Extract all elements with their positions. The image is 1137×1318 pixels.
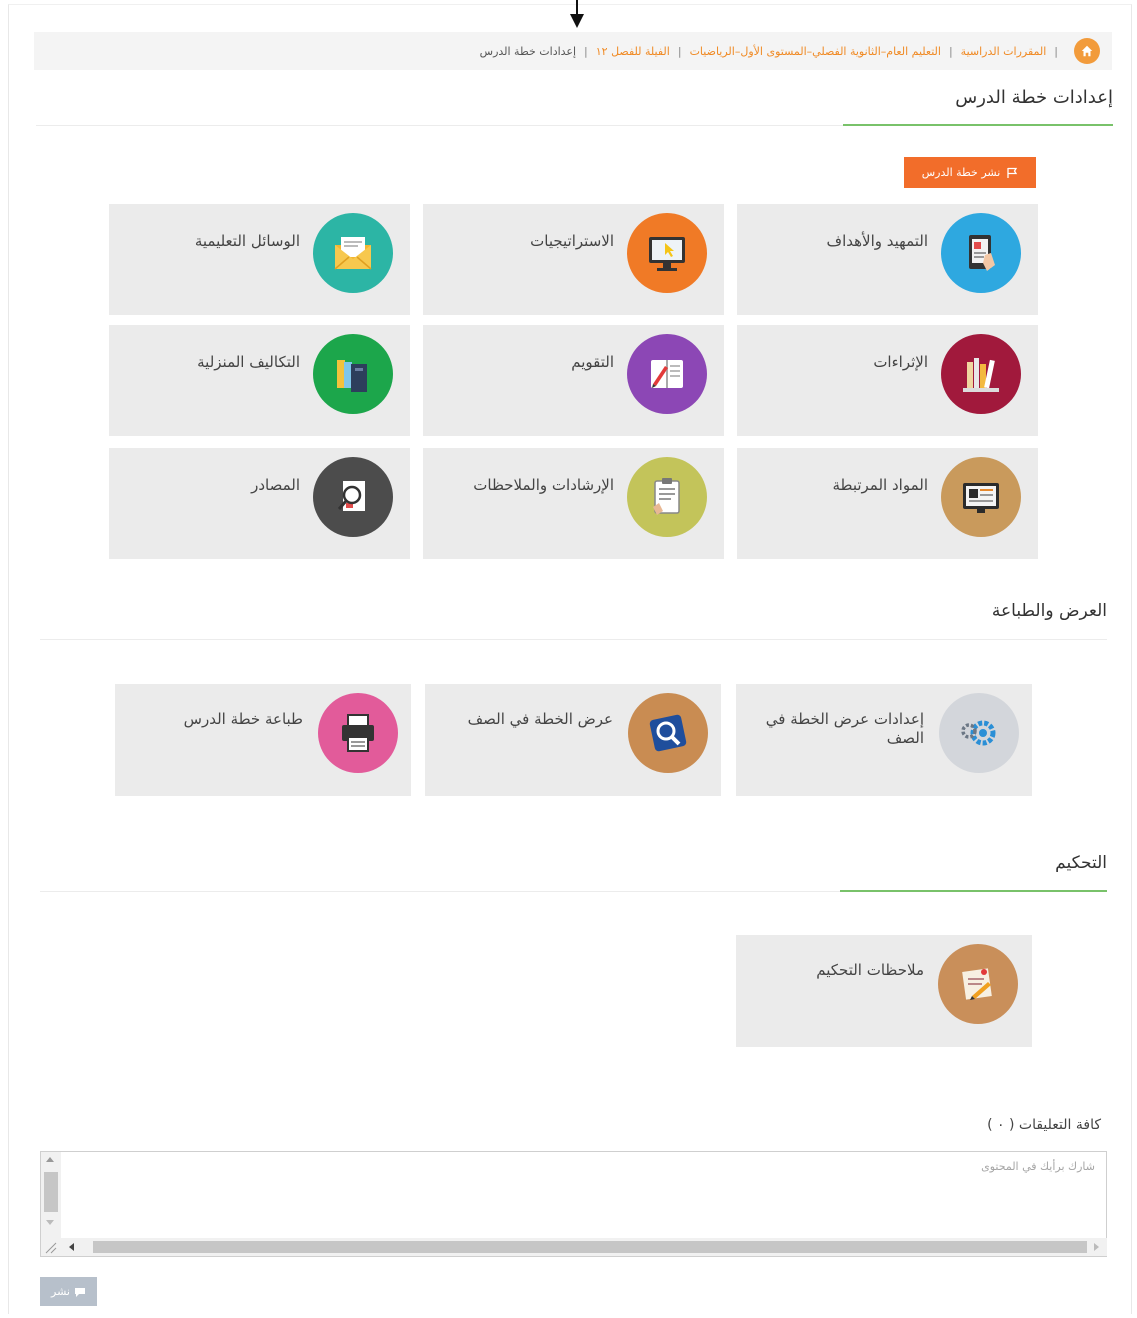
comment-box — [40, 1151, 1107, 1257]
books-icon — [941, 334, 1021, 414]
page-frame — [8, 4, 1132, 1314]
share-label: نشر — [51, 1285, 70, 1298]
printer-icon — [318, 693, 398, 773]
tile-homework[interactable]: التكاليف المنزلية — [109, 325, 410, 436]
folders-icon — [313, 334, 393, 414]
tile-label: طباعة خطة الدرس — [183, 710, 303, 728]
breadcrumb-separator: | — [1054, 44, 1058, 58]
scroll-thumb[interactable] — [93, 1241, 1087, 1253]
tile-intro-objectives[interactable]: التمهيد والأهداف — [737, 204, 1038, 315]
comment-input[interactable] — [61, 1156, 1105, 1236]
tablet-touch-icon — [941, 213, 1021, 293]
tile-display-in-class[interactable]: عرض الخطة في الصف — [425, 684, 721, 796]
breadcrumb-link-courses[interactable]: المقررات الدراسية — [961, 45, 1047, 58]
section-title-control: التحكيم — [1055, 853, 1107, 873]
title-accent-line — [843, 124, 1113, 126]
tile-strategies[interactable]: الاستراتيجيات — [423, 204, 724, 315]
tile-label: التكاليف المنزلية — [197, 353, 300, 371]
publish-plan-label: نشر خطة الدرس — [921, 166, 1001, 179]
breadcrumb: | المقررات الدراسية | التعليم العام–الثا… — [34, 32, 1112, 70]
tile-class-display-settings[interactable]: إعدادات عرض الخطة في الصف — [736, 684, 1032, 796]
magnifier-icon — [628, 693, 708, 773]
tile-assessment[interactable]: التقويم — [423, 325, 724, 436]
page-title: إعدادات خطة الدرس — [955, 87, 1113, 108]
scroll-left-arrow-icon[interactable] — [69, 1243, 74, 1251]
tile-guidance-notes[interactable]: الإرشادات والملاحظات — [423, 448, 724, 559]
tile-label: التقويم — [571, 353, 614, 371]
breadcrumb-separator: | — [677, 44, 682, 58]
tile-label: الوسائل التعليمية — [194, 232, 300, 250]
envelope-icon — [313, 213, 393, 293]
tile-label: الإرشادات والملاحظات — [473, 476, 614, 494]
breadcrumb-link-class[interactable]: الفيلة للفصل ١٢ — [596, 45, 670, 58]
section-title-display-print: العرض والطباعة — [991, 601, 1107, 621]
scroll-right-arrow-icon[interactable] — [1094, 1243, 1099, 1251]
home-icon[interactable] — [1074, 38, 1100, 64]
comment-bubble-icon — [74, 1287, 85, 1297]
tile-print-plan[interactable]: طباعة خطة الدرس — [115, 684, 411, 796]
breadcrumb-separator: | — [948, 44, 953, 58]
tile-label: المواد المرتبطة — [832, 476, 928, 494]
resize-grip-icon[interactable] — [41, 1238, 61, 1256]
tile-label: ملاحظات التحكيم — [816, 961, 924, 979]
publish-plan-button[interactable]: نشر خطة الدرس — [904, 157, 1036, 188]
scroll-up-arrow-icon[interactable] — [46, 1157, 54, 1162]
breadcrumb-current: إعدادات خطة الدرس — [479, 44, 577, 58]
tile-label: التمهيد والأهداف — [826, 232, 928, 250]
scroll-thumb[interactable] — [44, 1172, 58, 1212]
screen-content-icon — [941, 457, 1021, 537]
notebook-pencil-icon — [627, 334, 707, 414]
section-divider — [40, 639, 1107, 640]
breadcrumb-link-subject[interactable]: التعليم العام–الثانوية الفصلي–المستوى ال… — [690, 45, 941, 58]
breadcrumb-separator: | — [584, 44, 588, 58]
scroll-down-arrow-icon[interactable] — [46, 1220, 54, 1225]
comments-title: كافة التعليقات ( ٠ ) — [987, 1117, 1101, 1133]
cursor-arrow-icon — [570, 0, 584, 30]
section-accent-line — [840, 890, 1107, 892]
tile-label: إعدادات عرض الخطة في الصف — [765, 710, 924, 747]
tile-label: الاستراتيجيات — [530, 232, 614, 250]
tile-enrichment[interactable]: الإثراءات — [737, 325, 1038, 436]
tile-teaching-aids[interactable]: الوسائل التعليمية — [109, 204, 410, 315]
tile-related-materials[interactable]: المواد المرتبطة — [737, 448, 1038, 559]
vertical-scrollbar[interactable] — [41, 1152, 61, 1238]
tile-label: الإثراءات — [873, 353, 928, 371]
clipboard-icon — [627, 457, 707, 537]
tile-label: المصادر — [251, 476, 300, 494]
share-comment-button[interactable]: نشر — [40, 1277, 97, 1306]
flag-icon — [1007, 167, 1018, 178]
tile-label: عرض الخطة في الصف — [467, 710, 613, 728]
monitor-pointer-icon — [627, 213, 707, 293]
tile-review-notes[interactable]: ملاحظات التحكيم — [736, 935, 1032, 1047]
tile-resources[interactable]: المصادر — [109, 448, 410, 559]
horizontal-scrollbar[interactable] — [61, 1238, 1107, 1256]
notes-pen-icon — [938, 944, 1018, 1024]
document-magnifier-icon — [313, 457, 393, 537]
gears-icon — [939, 693, 1019, 773]
